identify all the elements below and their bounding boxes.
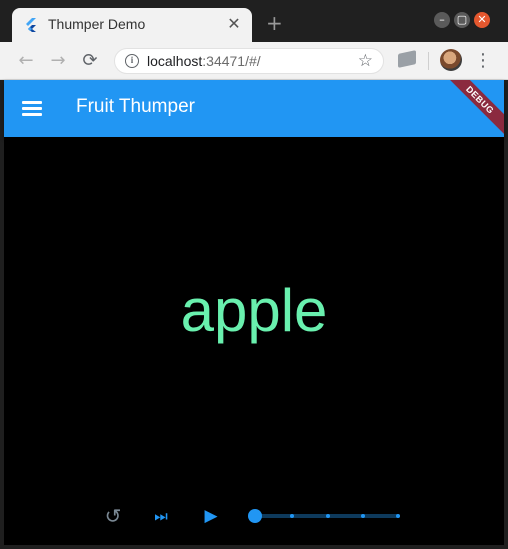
replay-icon[interactable]: ↺ (102, 505, 124, 527)
browser-toolbar: ← → ⟳ i localhost:34471/#/ ☆ ⋮ (0, 42, 508, 80)
toolbar-divider (428, 52, 429, 70)
title-bar: Thumper Demo ✕ + – ▢ ✕ (0, 0, 508, 42)
url-host: localhost (147, 53, 203, 69)
minimize-icon: – (439, 13, 445, 26)
skip-next-icon[interactable]: ⏭ (150, 505, 172, 527)
browser-window: Thumper Demo ✕ + – ▢ ✕ ← → ⟳ i localhost… (0, 0, 508, 549)
forward-arrow-icon[interactable]: → (48, 51, 68, 71)
close-icon: ✕ (477, 13, 487, 26)
fruit-word: apple (180, 277, 328, 344)
slider-tick (396, 514, 400, 518)
back-arrow-icon[interactable]: ← (16, 51, 36, 71)
debug-banner: DEBUG (439, 80, 504, 137)
minimize-button[interactable]: – (434, 12, 450, 28)
app-bar: Fruit Thumper DEBUG (4, 80, 504, 137)
window-controls: – ▢ ✕ (434, 12, 498, 30)
hamburger-menu-icon[interactable] (22, 100, 42, 116)
address-bar[interactable]: i localhost:34471/#/ ☆ (114, 48, 384, 74)
slider-thumb[interactable] (248, 509, 262, 523)
close-tab-icon[interactable]: ✕ (226, 16, 242, 32)
close-window-button[interactable]: ✕ (474, 12, 490, 28)
slider-tick (361, 514, 365, 518)
flutter-favicon-icon (26, 18, 36, 32)
app-title: Fruit Thumper (76, 96, 195, 117)
url-text[interactable]: localhost:34471/#/ (147, 53, 261, 69)
url-path: :34471/#/ (202, 53, 261, 69)
new-tab-icon[interactable]: + (266, 13, 283, 33)
play-icon[interactable]: ▶ (200, 505, 222, 527)
bookmark-star-icon[interactable]: ☆ (358, 51, 373, 71)
extension-icon[interactable] (398, 50, 416, 68)
slider-tick (326, 514, 330, 518)
slider-tick (290, 514, 294, 518)
profile-avatar[interactable] (440, 49, 462, 71)
browser-menu-icon[interactable]: ⋮ (474, 51, 492, 71)
site-info-icon[interactable]: i (125, 54, 139, 68)
app-body: apple ↺ ⏭ ▶ (4, 137, 504, 545)
maximize-icon: ▢ (456, 13, 468, 26)
tab-title: Thumper Demo (48, 16, 146, 32)
reload-icon[interactable]: ⟳ (80, 51, 100, 71)
maximize-button[interactable]: ▢ (454, 12, 470, 28)
playback-controls: ↺ ⏭ ▶ (4, 501, 504, 531)
browser-tab[interactable]: Thumper Demo ✕ (12, 8, 252, 42)
